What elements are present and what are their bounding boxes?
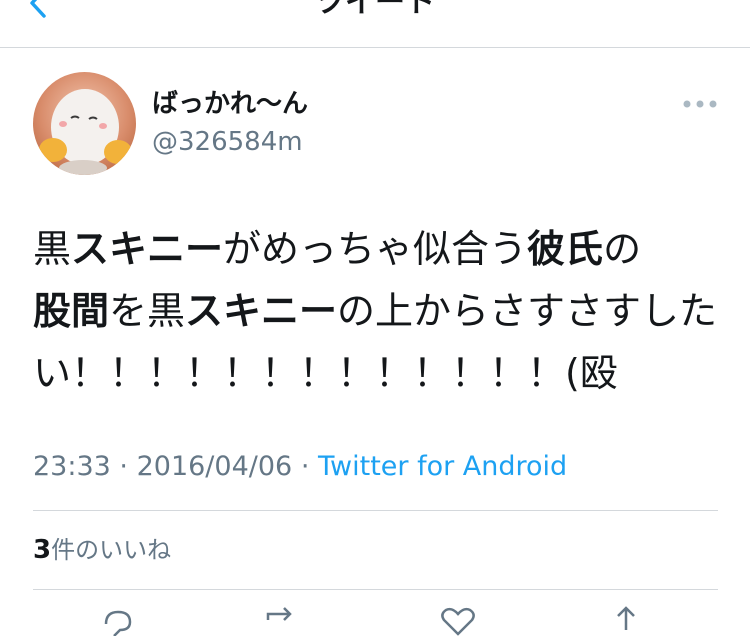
likes-summary[interactable]: 3件のいいね — [33, 532, 171, 568]
divider — [33, 589, 718, 590]
nav-bar: ツイート — [0, 0, 750, 48]
tweet-segment-bold: スキニー — [185, 289, 338, 333]
tweet-segment-bold: 彼氏 — [527, 227, 604, 271]
tweet-segment: 黒 — [33, 227, 72, 271]
display-name[interactable]: ばっかれ〜ん — [152, 87, 308, 121]
tweet-segment: を黒 — [109, 289, 186, 333]
tweet-segment-bold: スキニー — [71, 227, 224, 271]
share-icon[interactable] — [606, 606, 646, 636]
reply-icon[interactable] — [98, 606, 138, 636]
tweet-time: 23:33 — [33, 451, 111, 482]
user-handle[interactable]: @326584m — [152, 126, 303, 158]
nav-title: ツイート — [315, 0, 435, 20]
avatar-image — [33, 72, 136, 175]
tweet-meta: 23:33 · 2016/04/06 · Twitter for Android — [33, 448, 567, 486]
avatar[interactable] — [33, 72, 136, 175]
tweet-segment: の — [603, 227, 642, 271]
tweet-segment: がめっちゃ似合う — [223, 227, 528, 271]
like-icon[interactable] — [438, 606, 478, 636]
likes-count: 3 — [33, 535, 52, 565]
meta-separator: · — [119, 451, 128, 482]
more-options-icon[interactable] — [682, 94, 718, 114]
likes-label: 件のいいね — [51, 536, 172, 564]
tweet-date: 2016/04/06 — [136, 451, 293, 482]
retweet-icon[interactable] — [262, 606, 302, 636]
tweet-segment-bold: 股間 — [33, 289, 110, 333]
tweet-text: 黒スキニーがめっちゃ似合う彼氏の 股間を黒スキニーの上からさすさすしたい！！！！！… — [33, 218, 723, 404]
meta-separator: · — [300, 451, 310, 482]
divider — [33, 510, 718, 511]
tweet-source-link[interactable]: Twitter for Android — [318, 451, 567, 482]
